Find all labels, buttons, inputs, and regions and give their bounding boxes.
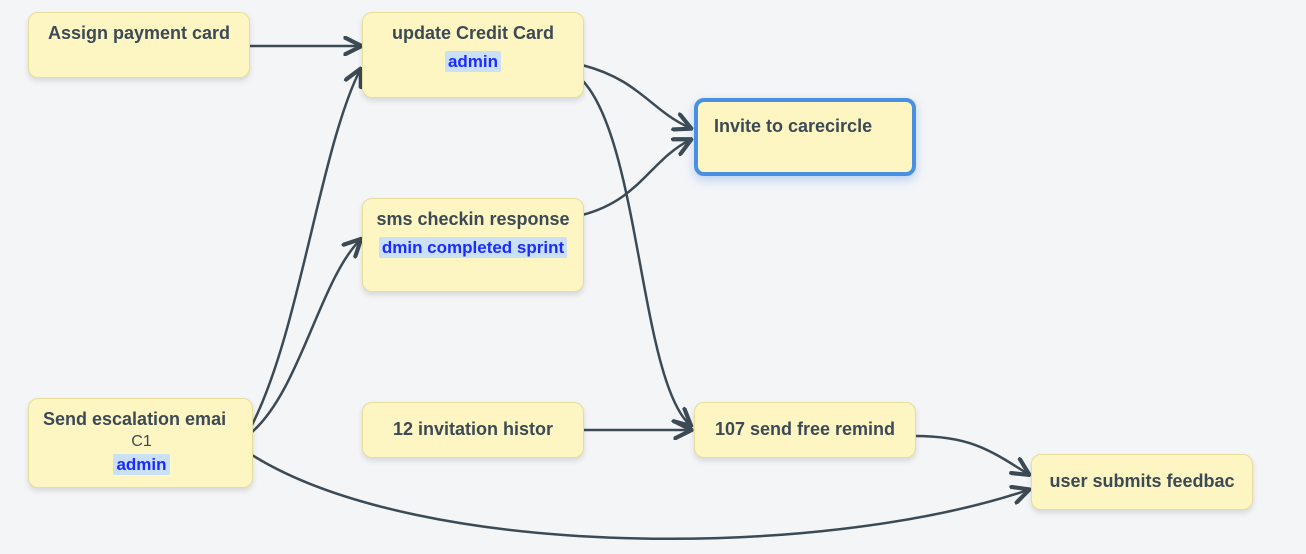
edge-update-to-remind [582, 80, 690, 425]
node-send-escalation[interactable]: Send escalation emai C1 admin [28, 398, 253, 488]
node-user-feedback[interactable]: user submits feedbac [1031, 454, 1253, 510]
node-invite-carecircle[interactable]: Invite to carecircle [694, 98, 916, 176]
edge-escalation-to-sms [252, 240, 360, 432]
node-title: update Credit Card [375, 23, 571, 45]
node-title: 107 send free remind [715, 419, 895, 441]
node-title: sms checkin response [375, 209, 571, 231]
node-title: user submits feedbac [1049, 471, 1234, 493]
node-tag-admin: admin [113, 454, 169, 475]
node-send-free-remind[interactable]: 107 send free remind [694, 402, 916, 458]
node-title: Invite to carecircle [714, 116, 900, 138]
node-tag-admin: admin [445, 51, 501, 72]
node-assign-payment[interactable]: Assign payment card [28, 12, 250, 78]
edge-sms-to-invite [582, 140, 690, 215]
node-invitation-histor[interactable]: 12 invitation histor [362, 402, 584, 458]
node-title: 12 invitation histor [393, 419, 553, 441]
node-update-credit[interactable]: update Credit Card admin [362, 12, 584, 98]
node-tag-sprint: dmin completed sprint [379, 237, 567, 258]
diagram-canvas[interactable]: Assign payment card update Credit Card a… [0, 0, 1306, 554]
node-title: Send escalation emai [43, 409, 240, 431]
node-sms-checkin[interactable]: sms checkin response dmin completed spri… [362, 198, 584, 292]
edge-remind-to-feedback [915, 436, 1028, 474]
edge-update-to-invite [582, 65, 690, 128]
node-title: Assign payment card [41, 23, 237, 45]
edge-escalation-to-feedback [252, 455, 1028, 539]
edge-escalation-to-update [252, 70, 360, 425]
